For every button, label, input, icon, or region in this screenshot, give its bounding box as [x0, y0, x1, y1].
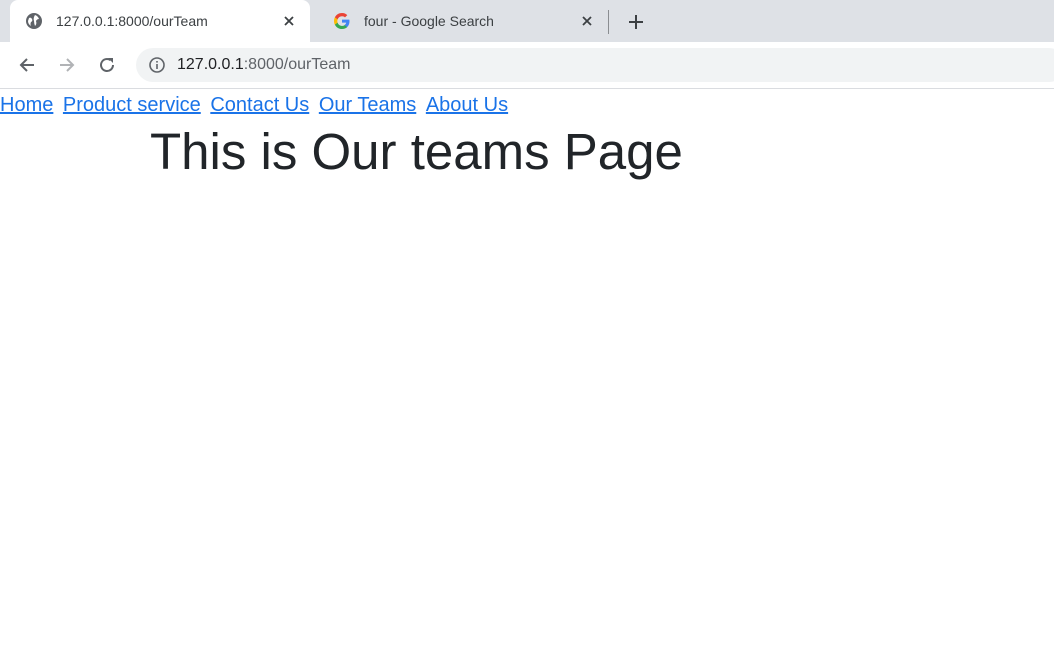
forward-button[interactable]: [54, 52, 80, 78]
nav-link-home[interactable]: Home: [0, 94, 53, 116]
reload-icon: [100, 58, 114, 72]
browser-toolbar: 127.0.0.1:8000/ourTeam: [0, 42, 1054, 89]
close-tab-icon[interactable]: [280, 12, 298, 30]
url-host: 127.0.0.1: [177, 56, 244, 73]
address-bar[interactable]: 127.0.0.1:8000/ourTeam: [136, 48, 1054, 82]
arrow-left-icon: [19, 58, 34, 72]
info-icon[interactable]: [149, 57, 165, 73]
nav-link-product-service[interactable]: Product service: [63, 94, 201, 116]
back-button[interactable]: [14, 52, 40, 78]
google-g-icon: [334, 13, 350, 29]
tab-strip: 127.0.0.1:8000/ourTeam four - Google Sea…: [0, 0, 1054, 42]
globe-icon: [26, 13, 42, 29]
nav-link-contact-us[interactable]: Contact Us: [210, 94, 309, 116]
nav-link-about-us[interactable]: About Us: [426, 94, 508, 116]
reload-button[interactable]: [94, 52, 120, 78]
tab-title: 127.0.0.1:8000/ourTeam: [56, 13, 208, 29]
new-tab-button[interactable]: [622, 8, 650, 36]
nav-links: Home Product service Contact Us Our Team…: [0, 92, 510, 118]
tab-title: four - Google Search: [364, 13, 494, 29]
url-path: :8000/ourTeam: [243, 56, 351, 73]
page-content: Home Product service Contact Us Our Team…: [0, 89, 1054, 661]
nav-link-our-teams[interactable]: Our Teams: [319, 94, 416, 116]
tab-active[interactable]: 127.0.0.1:8000/ourTeam: [10, 0, 310, 42]
tab-google-search[interactable]: four - Google Search: [318, 0, 608, 42]
page-heading: This is Our teams Page: [150, 123, 683, 180]
plus-icon: [629, 15, 643, 29]
tab-separator: [608, 10, 609, 34]
url-text[interactable]: 127.0.0.1:8000/ourTeam: [177, 56, 350, 74]
close-tab-icon[interactable]: [578, 12, 596, 30]
arrow-right-icon: [60, 58, 75, 72]
